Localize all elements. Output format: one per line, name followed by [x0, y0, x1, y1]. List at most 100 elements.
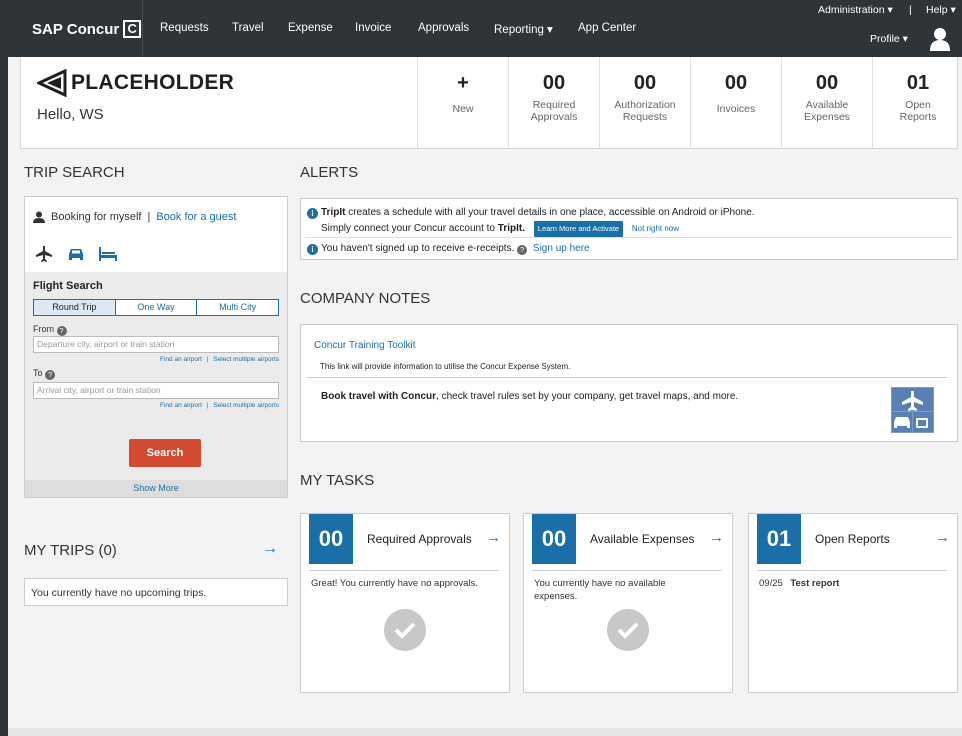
checkmark-icon [384, 609, 426, 651]
trip-type-one-way[interactable]: One Way [116, 300, 198, 315]
help-icon[interactable]: ? [517, 245, 528, 255]
report-row[interactable]: 09/25 Test report [759, 577, 949, 590]
stat-required-approvals[interactable]: 00 Required Approvals [508, 57, 599, 148]
help-icon[interactable]: ? [56, 326, 67, 336]
company-logo: PLACEHOLDER [37, 69, 234, 97]
tab-flight[interactable] [33, 243, 55, 265]
from-label-row: From ? [33, 324, 67, 336]
find-airport-link[interactable]: Find an airport [160, 356, 202, 363]
tab-hotel[interactable] [97, 243, 119, 265]
task-divider [532, 570, 722, 571]
tripit-line2-bold: TripIt. [497, 223, 525, 234]
task-count: 00 [532, 514, 576, 564]
find-airport-link[interactable]: Find an airport [160, 402, 202, 409]
nav-travel[interactable]: Travel [232, 22, 264, 34]
info-icon: i [307, 208, 318, 219]
task-required-approvals[interactable]: 00 Required Approvals → Great! You curre… [300, 513, 510, 693]
car-icon [69, 249, 83, 260]
ereceipt-text: You haven't signed up to receive e-recei… [321, 243, 515, 254]
brand-logo[interactable]: SAP Concur C [32, 20, 142, 38]
stat-new[interactable]: + New [417, 57, 508, 148]
person-icon [33, 211, 45, 223]
home-banner: PLACEHOLDER Hello, WS + New 00 Required … [20, 57, 958, 149]
stat-label: Open Reports [899, 99, 937, 123]
nav-invoice[interactable]: Invoice [355, 22, 391, 34]
booking-options: Booking for myself | Book for a guest [33, 211, 236, 223]
notes-divider [307, 377, 947, 378]
links-separator: | [206, 356, 209, 363]
flight-search-title: Flight Search [33, 280, 103, 292]
travel-tile-icon[interactable] [891, 387, 934, 433]
nav-requests[interactable]: Requests [160, 22, 209, 34]
search-button[interactable]: Search [129, 439, 201, 467]
footer-strip [8, 728, 962, 736]
tab-car[interactable] [65, 243, 87, 265]
my-trips-message: You currently have no upcoming trips. [24, 578, 288, 606]
task-label: Available Expenses [590, 532, 695, 546]
show-more-link[interactable]: Show More [25, 480, 287, 497]
task-open-reports[interactable]: 01 Open Reports → 09/25 Test report [748, 513, 958, 693]
trip-search-title: TRIP SEARCH [24, 164, 125, 181]
company-notes-panel: Concur Training Toolkit This link will p… [300, 324, 958, 442]
arrow-right-icon[interactable]: → [709, 529, 724, 546]
stat-label: Authorization Requests [614, 99, 676, 123]
trip-type-round-trip[interactable]: Round Trip [34, 300, 116, 315]
user-avatar-icon[interactable] [930, 27, 950, 51]
training-toolkit-link[interactable]: Concur Training Toolkit [314, 340, 416, 351]
booking-separator: | [147, 211, 151, 223]
learn-more-button[interactable]: Learn More and Activate [533, 221, 624, 237]
task-label: Open Reports [815, 532, 890, 546]
alert-ereceipts: i You haven't signed up to receive e-rece… [307, 242, 590, 256]
quick-stats: + New 00 Required Approvals 00 Authoriza… [417, 57, 962, 148]
task-message: You currently have no available expenses… [534, 578, 666, 602]
book-travel-bold: Book travel with Concur [321, 391, 437, 402]
to-label: To [33, 368, 43, 378]
select-multiple-airports-link[interactable]: Select multiple airports [213, 356, 279, 363]
book-for-guest-link[interactable]: Book for a guest [156, 211, 236, 223]
stat-open-reports[interactable]: 01 Open Reports [872, 57, 962, 148]
nav-administration[interactable]: Administration ▾ [818, 4, 893, 16]
stat-available-expenses[interactable]: 00 Available Expenses [781, 57, 872, 148]
task-divider [309, 570, 499, 571]
stat-invoices[interactable]: 00 Invoices [690, 57, 781, 148]
from-input[interactable]: Departure city, airport or train station [33, 336, 279, 353]
alert-tripit-line2: Simply connect your Concur account to Tr… [321, 221, 679, 237]
alert-tripit: i TripIt creates a schedule with all your… [307, 206, 755, 220]
nav-reporting[interactable]: Reporting ▾ [494, 22, 553, 36]
to-input[interactable]: Arrival city, airport or train station [33, 382, 279, 399]
my-trips-arrow-icon[interactable]: → [262, 540, 278, 558]
stat-label: Required Approvals [530, 99, 578, 123]
arrow-right-icon[interactable]: → [486, 529, 501, 546]
booking-self[interactable]: Booking for myself [51, 211, 141, 223]
select-multiple-airports-link[interactable]: Select multiple airports [213, 402, 279, 409]
nav-approvals[interactable]: Approvals [418, 22, 469, 34]
arrow-right-icon[interactable]: → [935, 529, 950, 546]
brand-name: SAP Concur [32, 20, 120, 38]
task-available-expenses[interactable]: 00 Available Expenses → You currently ha… [523, 513, 733, 693]
stat-number: 00 [815, 72, 839, 94]
to-airport-links: Find an airport | Select multiple airpor… [160, 402, 279, 409]
tripit-text: creates a schedule with all your travel … [345, 207, 755, 218]
sign-up-link[interactable]: Sign up here [533, 243, 590, 254]
stat-number: + [457, 72, 469, 94]
stat-number: 00 [633, 72, 657, 94]
not-right-now-link[interactable]: Not right now [632, 224, 679, 233]
nav-help[interactable]: Help ▾ [926, 4, 956, 16]
greeting: Hello, WS [37, 106, 104, 123]
book-travel-rest: , check travel rules set by your company… [436, 391, 739, 402]
task-label: Required Approvals [367, 532, 472, 546]
stat-authorization-requests[interactable]: 00 Authorization Requests [599, 57, 690, 148]
task-divider [757, 570, 947, 571]
links-separator: | [206, 402, 209, 409]
tripit-name: TripIt [321, 207, 346, 218]
profile-menu[interactable]: Profile ▾ [870, 33, 908, 45]
help-icon[interactable]: ? [45, 370, 56, 380]
nav-app-center[interactable]: App Center [578, 22, 636, 34]
trip-type-selector: Round Trip One Way Multi City [33, 299, 279, 316]
nav-expense[interactable]: Expense [288, 22, 333, 34]
airplane-icon [36, 246, 52, 262]
brand-mark: C [123, 20, 142, 38]
alert-divider [305, 237, 953, 238]
trip-type-multi-city[interactable]: Multi City [197, 300, 278, 315]
my-trips-title: MY TRIPS (0) [24, 542, 117, 559]
